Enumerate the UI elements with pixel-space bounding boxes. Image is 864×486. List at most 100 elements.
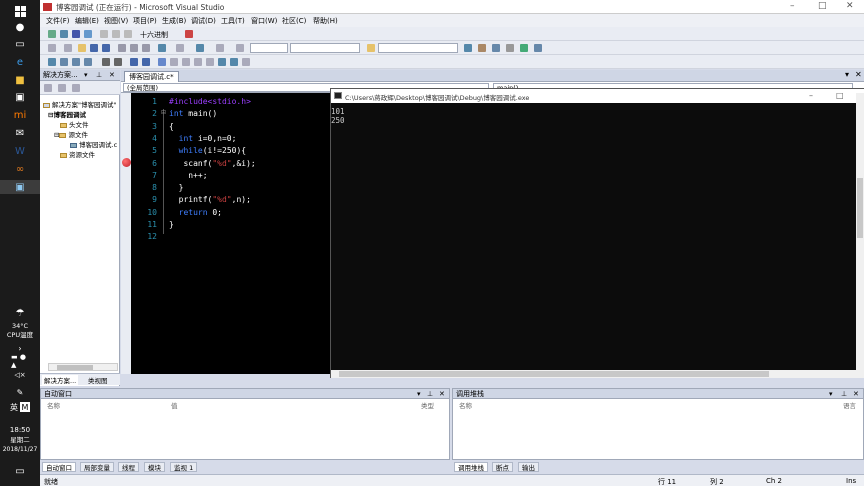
- refresh-icon[interactable]: [72, 84, 80, 92]
- decrease-indent-icon[interactable]: [102, 58, 110, 66]
- step-out-icon[interactable]: [124, 30, 132, 38]
- find-icon[interactable]: [367, 44, 375, 52]
- next-bookmark-doc-icon[interactable]: [230, 58, 238, 66]
- redo-icon[interactable]: [176, 44, 184, 52]
- menu-help[interactable]: 帮助(H): [313, 16, 338, 26]
- new-project-icon[interactable]: [48, 44, 56, 52]
- tab-modules[interactable]: 模块: [144, 462, 165, 472]
- menu-debug[interactable]: 调试(D): [191, 16, 216, 26]
- continue-icon[interactable]: [48, 30, 56, 38]
- code-line[interactable]: int main(): [169, 108, 217, 120]
- store-icon[interactable]: ▣: [11, 90, 29, 104]
- volume-icon[interactable]: ◁×: [11, 368, 29, 382]
- pane-close-icon[interactable]: ✕: [109, 70, 115, 81]
- copy-icon[interactable]: [130, 44, 138, 52]
- app-icon[interactable]: ∞: [11, 162, 29, 176]
- close-icon[interactable]: ✕: [846, 1, 854, 11]
- code-line[interactable]: #include<stdio.h>: [169, 96, 251, 108]
- next-bookmark-folder-icon[interactable]: [206, 58, 214, 66]
- console-scroll-thumb[interactable]: [339, 371, 769, 377]
- mi-icon[interactable]: mi: [11, 108, 29, 122]
- tab-threads[interactable]: 线程: [118, 462, 139, 472]
- undo-icon[interactable]: [158, 44, 166, 52]
- tab-output[interactable]: 输出: [518, 462, 539, 472]
- autos-col-value[interactable]: 值: [171, 400, 178, 410]
- pin-icon[interactable]: ⊥: [841, 389, 847, 399]
- comment-icon[interactable]: [130, 58, 138, 66]
- step-over-icon[interactable]: [112, 30, 120, 38]
- edge-icon[interactable]: e: [11, 55, 29, 69]
- object-browser-icon[interactable]: [520, 44, 528, 52]
- menu-project[interactable]: 项目(P): [133, 16, 157, 26]
- tab-breakpoints[interactable]: 断点: [492, 462, 513, 472]
- tab-call-stack[interactable]: 调用堆栈: [454, 462, 488, 472]
- code-line[interactable]: }: [169, 182, 184, 194]
- breakpoint-gutter[interactable]: [121, 93, 131, 374]
- save-all-icon[interactable]: [102, 44, 110, 52]
- parameter-info-icon[interactable]: [72, 58, 80, 66]
- maximize-icon[interactable]: □: [818, 1, 827, 11]
- console-minimize-icon[interactable]: –: [809, 91, 813, 100]
- tree-source-files[interactable]: ⊟ 源文件: [54, 129, 88, 139]
- toolbox-icon[interactable]: [506, 44, 514, 52]
- restart-icon[interactable]: [84, 30, 92, 38]
- save-icon[interactable]: [90, 44, 98, 52]
- scrollbar-thumb[interactable]: [57, 365, 93, 370]
- tab-autos[interactable]: 自动窗口: [42, 462, 76, 472]
- start-page-icon[interactable]: [534, 44, 542, 52]
- console-window[interactable]: C:\Users\蒋政辉\Desktop\博客园调试\Debug\博客园调试.e…: [330, 88, 864, 378]
- cut-icon[interactable]: [118, 44, 126, 52]
- find-combo[interactable]: [378, 43, 458, 53]
- clear-bookmarks-icon[interactable]: [242, 58, 250, 66]
- code-line[interactable]: while(i!=250){: [169, 145, 246, 157]
- code-line[interactable]: }: [169, 219, 174, 231]
- tab-source-file[interactable]: 博客园调试.c*: [124, 71, 179, 82]
- hex-display-button[interactable]: 十六进制: [140, 30, 168, 40]
- tray-icons[interactable]: ▬ ● ▲: [11, 353, 29, 369]
- quick-info-icon[interactable]: [84, 58, 92, 66]
- menu-window[interactable]: 窗口(W): [251, 16, 277, 26]
- clock-time[interactable]: 18:50: [0, 426, 40, 434]
- bookmark-icon[interactable]: [158, 58, 166, 66]
- code-editor[interactable]: ⊟ #include<stdio.h> int main(){ int i=0,n…: [161, 93, 330, 374]
- tree-resource-files[interactable]: 资源文件: [60, 149, 95, 159]
- navigate-back-icon[interactable]: [196, 44, 204, 52]
- call-stack-col-name[interactable]: 名称: [459, 400, 472, 410]
- call-stack-col-lang[interactable]: 语言: [843, 400, 856, 410]
- tree-solution[interactable]: 解决方案"博客园调试": [43, 99, 116, 109]
- class-view-icon[interactable]: [48, 58, 56, 66]
- solution-explorer-icon[interactable]: [478, 44, 486, 52]
- breakpoints-window-icon[interactable]: [185, 30, 193, 38]
- menu-edit[interactable]: 编辑(E): [75, 16, 99, 26]
- tab-close-icon[interactable]: ✕: [855, 70, 862, 79]
- mail-icon[interactable]: ✉: [11, 126, 29, 140]
- file-explorer-icon[interactable]: ■: [11, 73, 29, 87]
- autos-col-type[interactable]: 类型: [421, 400, 434, 410]
- editor-vertical-scrollbar[interactable]: [856, 93, 864, 374]
- stop-icon[interactable]: [72, 30, 80, 38]
- task-view-icon[interactable]: ▭: [11, 37, 29, 51]
- notification-icon[interactable]: ▭: [11, 464, 29, 478]
- code-line[interactable]: printf("%d",n);: [169, 194, 251, 206]
- clock-date[interactable]: 2018/11/27: [0, 446, 40, 454]
- menu-build[interactable]: 生成(B): [162, 16, 186, 26]
- tab-solution-explorer[interactable]: 解决方案...: [42, 375, 79, 385]
- dropdown-icon[interactable]: ▾: [829, 389, 833, 399]
- tree-header-files[interactable]: 头文件: [60, 119, 89, 129]
- tab-class-view[interactable]: 类视图: [88, 375, 108, 385]
- scrollbar-thumb[interactable]: [857, 178, 863, 238]
- pin-icon[interactable]: ⊥: [96, 70, 102, 81]
- chat-icon[interactable]: ●: [11, 20, 29, 34]
- show-all-files-icon[interactable]: [58, 84, 66, 92]
- step-into-icon[interactable]: [100, 30, 108, 38]
- pane-close-icon[interactable]: ✕: [853, 389, 859, 399]
- menu-community[interactable]: 社区(C): [282, 16, 306, 26]
- next-bookmark-icon[interactable]: [182, 58, 190, 66]
- windows-start-icon[interactable]: [11, 4, 29, 18]
- start-debug-icon[interactable]: [236, 44, 244, 52]
- word-icon[interactable]: W: [11, 144, 29, 158]
- uncomment-icon[interactable]: [142, 58, 150, 66]
- code-line[interactable]: scanf("%d",&i);: [169, 158, 255, 170]
- code-line[interactable]: {: [169, 121, 174, 133]
- code-line[interactable]: return 0;: [169, 207, 222, 219]
